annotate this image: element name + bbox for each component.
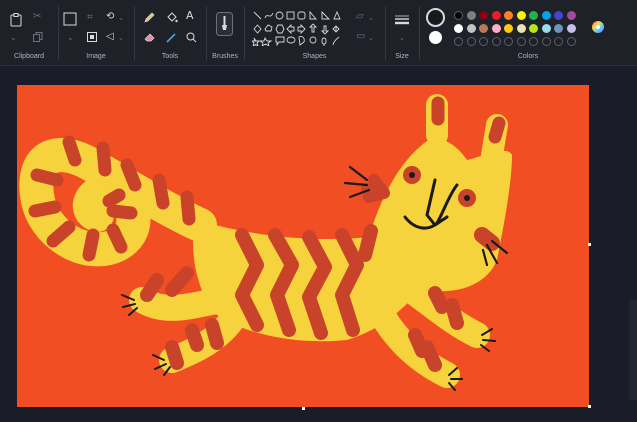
clipboard-label: Clipboard [14,53,44,60]
color-swatch[interactable] [466,24,476,33]
custom-color-slot[interactable] [479,37,488,46]
rotate-icon[interactable]: ⟲ [106,12,114,22]
crop-icon[interactable]: ⌗ [87,13,93,23]
color-swatch[interactable] [454,11,463,20]
rotate-dropdown-icon[interactable]: ⌄ [118,13,124,23]
scissors-icon[interactable]: ✂ [33,12,41,22]
outline-icon[interactable]: ▱ [356,12,364,22]
paste-dropdown-icon[interactable]: ⌄ [10,33,17,43]
color-swatch[interactable] [504,24,513,33]
resize-handle-corner[interactable] [588,405,591,408]
image-group: ⌄ ⌗ ⟲ ⌄ ◁ ⌄ Image [58,0,134,66]
custom-color-slot[interactable] [491,37,501,46]
copy-icon[interactable] [33,32,43,42]
custom-color-slot[interactable] [554,37,563,46]
color-swatch[interactable] [554,24,563,33]
secondary-color[interactable] [429,31,442,44]
size-dropdown-icon[interactable]: ⌄ [399,33,405,43]
color-swatch[interactable] [491,11,501,20]
color-swatch[interactable] [529,11,538,20]
color-swatch[interactable] [454,24,463,33]
pencil-icon[interactable] [144,12,155,23]
tools-group: A Tools [134,0,206,66]
color-swatch[interactable] [516,24,526,33]
color-swatch[interactable] [491,24,501,33]
custom-color-slot[interactable] [466,37,476,46]
clipboard-group: ✂ ⌄ Clipboard [0,0,58,66]
color-swatch[interactable] [566,11,576,20]
custom-color-slot[interactable] [529,37,538,46]
resize-handle-right[interactable] [588,243,591,246]
text-icon[interactable]: A [186,10,194,21]
color-palette [454,0,584,50]
shapes-label: Shapes [302,53,327,60]
paste-icon[interactable] [10,13,22,27]
shapes-group: ▱ ⌄ ▭ ⌄ Shapes [244,0,385,66]
color-swatch[interactable] [529,24,538,33]
resize-icon[interactable] [87,32,97,42]
primary-color[interactable] [426,8,445,27]
ribbon-toolbar: ✂ ⌄ Clipboard ⌄ ⌗ ⟲ ⌄ ◁ ⌄ Image A Tools … [0,0,637,66]
line-size-icon[interactable] [395,14,409,26]
custom-color-slot[interactable] [566,37,576,46]
outline-dropdown-icon[interactable]: ⌄ [368,13,374,23]
size-group: ⌄ Size [385,0,419,66]
tiger-drawing [19,94,512,391]
drawing-canvas[interactable] [17,85,589,407]
brushes-group: Brushes [206,0,244,66]
image-label: Image [86,53,106,60]
color-swatch[interactable] [479,24,488,33]
tools-label: Tools [161,53,179,60]
flip-icon[interactable]: ◁ [106,32,114,42]
brushes-label: Brushes [212,53,238,60]
window-edge [629,300,637,400]
select-rectangle-icon[interactable] [63,12,77,26]
colors-group: Colors [419,0,637,66]
color-swatch[interactable] [541,11,551,20]
color-swatch[interactable] [504,11,513,20]
custom-color-slot[interactable] [504,37,513,46]
magnifier-icon[interactable] [186,32,197,43]
custom-color-slot[interactable] [541,37,551,46]
size-label: Size [395,53,409,60]
custom-color-slot[interactable] [516,37,526,46]
fill-bucket-icon[interactable] [166,12,178,24]
color-swatch[interactable] [466,11,476,20]
color-swatch[interactable] [479,11,488,20]
resize-handle-bottom[interactable] [302,407,305,410]
fill-dropdown-icon[interactable]: ⌄ [368,33,374,43]
fill-icon[interactable]: ▭ [356,32,365,42]
eraser-icon[interactable] [144,32,155,42]
color-swatch[interactable] [566,24,576,33]
custom-color-slot[interactable] [454,37,463,46]
color-swatch[interactable] [554,11,563,20]
brush-icon[interactable] [216,12,233,36]
shapes-gallery[interactable] [252,10,350,46]
color-wheel-icon[interactable] [591,20,605,34]
color-picker-icon[interactable] [166,32,177,43]
color-swatch[interactable] [541,24,551,33]
flip-dropdown-icon[interactable]: ⌄ [118,33,124,43]
select-dropdown-icon[interactable]: ⌄ [67,33,74,43]
color-swatch[interactable] [516,11,526,20]
colors-label: Colors [517,53,539,60]
